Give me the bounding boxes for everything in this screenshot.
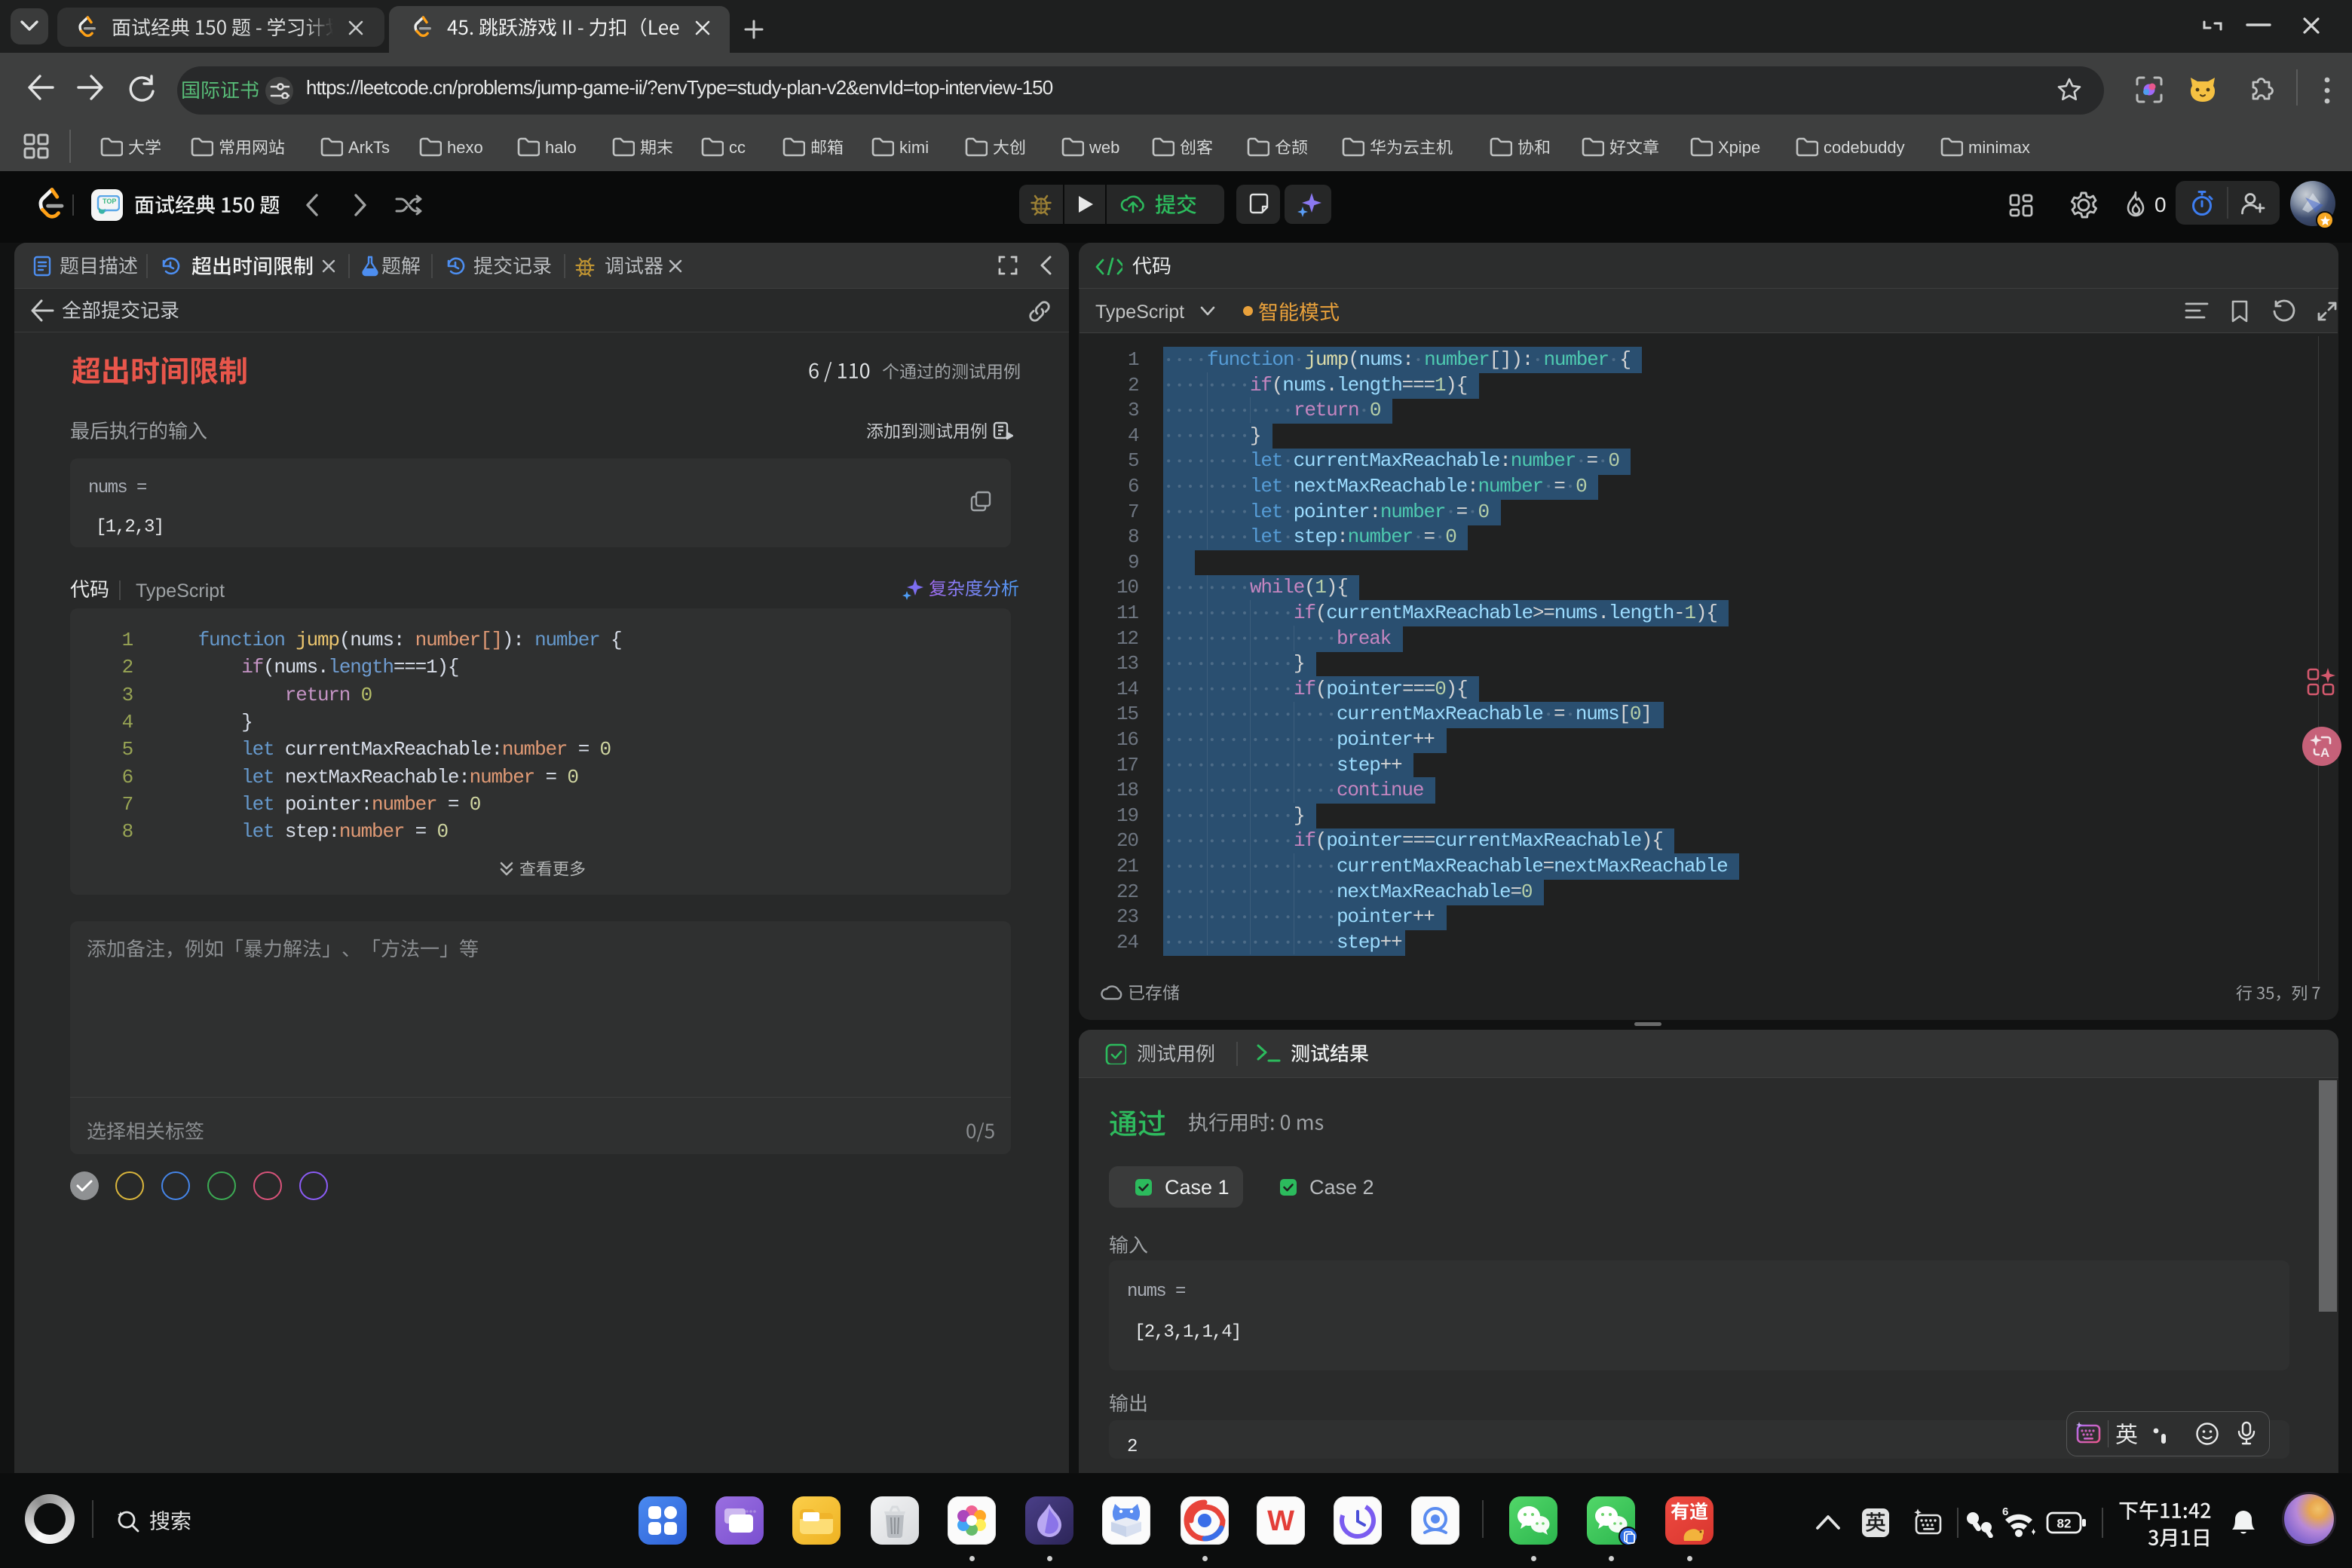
svg-text:82: 82 [2057, 1517, 2072, 1531]
svg-text:6: 6 [2002, 1506, 2008, 1518]
svg-text:W: W [1267, 1505, 1294, 1537]
svg-text:A: A [2320, 746, 2329, 760]
